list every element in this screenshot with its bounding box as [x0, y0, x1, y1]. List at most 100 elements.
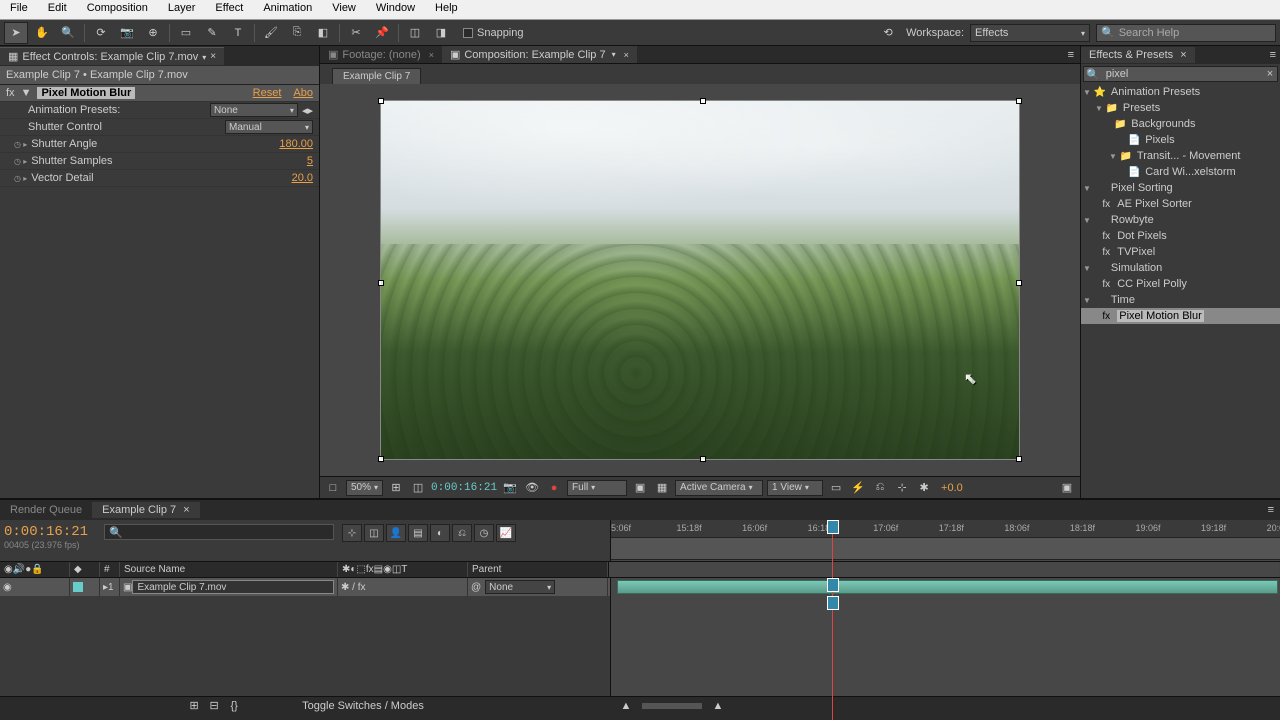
pixel-aspect-icon[interactable]: ▭ — [827, 480, 845, 496]
frame-blend-icon[interactable]: ▤ — [408, 524, 428, 542]
hand-tool-icon[interactable]: ✋ — [30, 22, 54, 44]
workspace-dropdown[interactable]: Effects — [970, 24, 1090, 42]
effects-presets-tab[interactable]: Effects & Presets × — [1081, 47, 1195, 63]
shutter-samples-value[interactable]: 5 — [307, 155, 313, 167]
close-icon[interactable]: × — [210, 51, 216, 62]
pan-behind-tool-icon[interactable]: ⊕ — [141, 22, 165, 44]
menu-animation[interactable]: Animation — [253, 0, 322, 19]
tree-item[interactable]: 📄Pixels — [1081, 132, 1280, 148]
handle-bc[interactable] — [700, 456, 706, 462]
align-tool-icon[interactable]: ◫ — [403, 22, 427, 44]
maximize-icon[interactable]: ▣ — [1058, 480, 1076, 496]
footage-tab[interactable]: ▣ Footage: (none) × — [320, 46, 442, 63]
menu-effect[interactable]: Effect — [205, 0, 253, 19]
tree-item[interactable]: fxAE Pixel Sorter — [1081, 196, 1280, 212]
menu-file[interactable]: File — [0, 0, 38, 19]
eraser-tool-icon[interactable]: ◧ — [311, 22, 335, 44]
toggle-switches-label[interactable]: Toggle Switches / Modes — [302, 700, 424, 712]
menu-help[interactable]: Help — [425, 0, 468, 19]
menu-view[interactable]: View — [322, 0, 366, 19]
time-ruler[interactable]: 5:06f15:18f16:06f16:1817:06f17:18f18:06f… — [611, 520, 1280, 538]
timeline-icon[interactable]: ⎌ — [871, 480, 889, 496]
reset-link[interactable]: Reset — [253, 87, 282, 99]
transparency-icon[interactable]: ▦ — [653, 480, 671, 496]
vector-detail-value[interactable]: 20.0 — [292, 172, 313, 184]
video-toggle-icon[interactable]: ◉ — [3, 582, 12, 593]
handle-tc[interactable] — [700, 98, 706, 104]
panel-menu-icon[interactable]: ≡ — [1068, 49, 1080, 61]
tree-item[interactable]: 📄Card Wi...xelstorm — [1081, 164, 1280, 180]
tree-item[interactable]: ▼Pixel Sorting — [1081, 180, 1280, 196]
menu-layer[interactable]: Layer — [158, 0, 206, 19]
handle-tl[interactable] — [378, 98, 384, 104]
toggle-modes-icon[interactable]: ⊟ — [206, 699, 222, 713]
panel-menu-icon[interactable]: ≡ — [1268, 504, 1280, 516]
channel-icon[interactable]: ● — [545, 480, 563, 496]
snapshot-icon[interactable]: 📷 — [501, 480, 519, 496]
animation-presets-dropdown[interactable]: None — [210, 103, 298, 117]
search-help-input[interactable]: 🔍 Search Help — [1096, 24, 1276, 42]
timeline-comp-tab[interactable]: Example Clip 7 × — [92, 502, 199, 518]
sync-icon[interactable]: ⟲ — [876, 22, 900, 44]
puppet-tool-icon[interactable]: 📌 — [370, 22, 394, 44]
draft-3d-icon[interactable]: ◫ — [364, 524, 384, 542]
toggle-switches-icon[interactable]: ⊞ — [186, 699, 202, 713]
auto-keyframe-icon[interactable]: ◷ — [474, 524, 494, 542]
menu-composition[interactable]: Composition — [77, 0, 158, 19]
layer-track[interactable] — [610, 578, 1280, 596]
tree-item[interactable]: fxCC Pixel Polly — [1081, 276, 1280, 292]
text-tool-icon[interactable]: T — [226, 22, 250, 44]
rotation-tool-icon[interactable]: ⟳ — [89, 22, 113, 44]
tree-item[interactable]: ▼📁Presets — [1081, 100, 1280, 116]
viewer-timecode[interactable]: 0:00:16:21 — [431, 482, 497, 494]
zoom-out-icon[interactable]: ▲ — [618, 699, 634, 713]
tree-item[interactable]: ▼Simulation — [1081, 260, 1280, 276]
brush-tool-icon[interactable]: 🖌 — [259, 22, 283, 44]
pickwhip-icon[interactable]: @ — [471, 582, 481, 593]
label-color[interactable] — [73, 582, 83, 592]
about-link[interactable]: Abo — [293, 87, 313, 99]
graph-editor-icon[interactable]: 📈 — [496, 524, 516, 542]
clone-tool-icon[interactable]: ⎘ — [285, 22, 309, 44]
stopwatch-icon[interactable]: ◷ ▸ — [14, 140, 27, 149]
brainstorm-icon[interactable]: ⎌ — [452, 524, 472, 542]
audio-icon[interactable]: 🔊 — [13, 564, 25, 575]
source-name-col[interactable]: Source Name — [120, 562, 338, 577]
grid-icon[interactable]: ⊞ — [387, 480, 405, 496]
shutter-control-dropdown[interactable]: Manual — [225, 120, 313, 134]
tree-item[interactable]: ▼Time — [1081, 292, 1280, 308]
pen-tool-icon[interactable]: ✎ — [200, 22, 224, 44]
zoom-dropdown[interactable]: 50% — [346, 480, 383, 496]
fx-toggle-icon[interactable]: fx — [6, 87, 15, 99]
menu-window[interactable]: Window — [366, 0, 425, 19]
video-icon[interactable]: ◉ — [4, 564, 13, 575]
stopwatch-icon[interactable]: ◷ ▸ — [14, 174, 27, 183]
close-icon[interactable]: × — [429, 50, 434, 60]
camera-dropdown[interactable]: Active Camera — [675, 480, 763, 496]
close-icon[interactable]: × — [183, 504, 189, 516]
zoom-slider[interactable] — [642, 703, 702, 709]
shutter-angle-value[interactable]: 180.00 — [279, 138, 313, 150]
rect-tool-icon[interactable]: ▭ — [174, 22, 198, 44]
effect-header[interactable]: fx ▼ Pixel Motion Blur Reset Abo — [0, 85, 319, 102]
roi-icon[interactable]: ▣ — [631, 480, 649, 496]
effects-search-input[interactable] — [1102, 68, 1263, 80]
comp-sub-tab[interactable]: Example Clip 7 — [332, 68, 421, 84]
timeline-search[interactable]: 🔍 — [104, 524, 334, 540]
clear-icon[interactable]: × — [1263, 68, 1277, 80]
view-dropdown[interactable]: 1 View — [767, 480, 823, 496]
parent-dropdown[interactable]: None — [485, 580, 555, 594]
render-queue-tab[interactable]: Render Queue — [0, 502, 92, 518]
handle-br[interactable] — [1016, 456, 1022, 462]
clip-bar[interactable] — [617, 580, 1278, 594]
camera-tool-icon[interactable]: 📷 — [115, 22, 139, 44]
selection-tool-icon[interactable]: ➤ — [4, 22, 28, 44]
panel-menu-icon[interactable]: ≡ — [1270, 49, 1280, 61]
handle-tr[interactable] — [1016, 98, 1022, 104]
show-snapshot-icon[interactable]: 👁 — [523, 480, 541, 496]
shy-icon[interactable]: 👤 — [386, 524, 406, 542]
motion-blur-icon[interactable]: ◐ — [430, 524, 450, 542]
zoom-in-icon[interactable]: ▲ — [710, 699, 726, 713]
tree-item[interactable]: ▼⭐Animation Presets — [1081, 84, 1280, 100]
next-preset-icon[interactable]: ▸ — [307, 104, 313, 117]
